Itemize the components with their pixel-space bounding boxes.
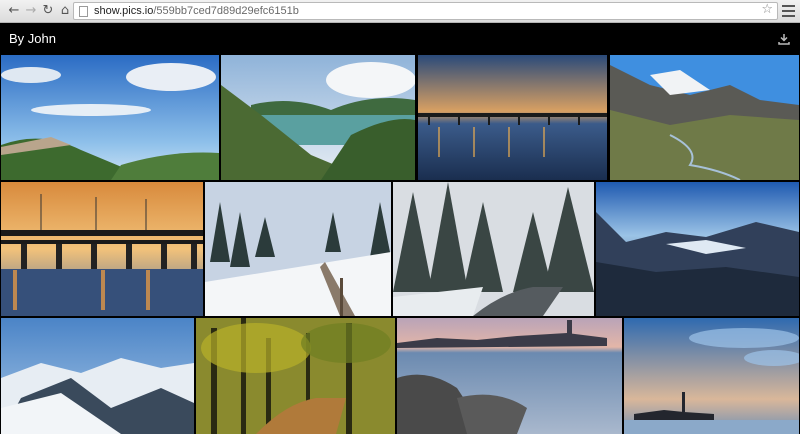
photo-tile-8[interactable]	[596, 182, 799, 316]
reload-button[interactable]: ↻	[40, 3, 56, 19]
page-icon	[79, 6, 88, 17]
photo-tile-10[interactable]	[196, 318, 395, 434]
photo-tile-4[interactable]	[610, 55, 799, 180]
url-text: show.pics.io/559bb7ced7d89d29efc6151b	[94, 5, 299, 17]
photo-tile-6[interactable]	[205, 182, 391, 316]
photo-tile-9[interactable]	[1, 318, 194, 434]
photo-tile-2[interactable]	[221, 55, 415, 180]
browser-toolbar: ← → ↻ ⌂ show.pics.io/559bb7ced7d89d29efc…	[0, 0, 800, 23]
photo-tile-11[interactable]	[397, 318, 622, 434]
browser-menu-icon[interactable]	[782, 5, 795, 17]
forward-button[interactable]: →	[23, 3, 39, 19]
photo-tile-3[interactable]	[418, 55, 607, 180]
download-icon[interactable]	[778, 33, 790, 45]
back-button[interactable]: ←	[6, 3, 22, 19]
photo-tile-1[interactable]	[1, 55, 219, 180]
gallery-header: By John	[0, 23, 800, 54]
photo-grid	[0, 54, 800, 434]
photo-tile-5[interactable]	[1, 182, 203, 316]
home-button[interactable]: ⌂	[57, 3, 73, 19]
photo-tile-12[interactable]	[624, 318, 799, 434]
bookmark-star-icon[interactable]: ☆	[761, 2, 773, 17]
address-bar[interactable]: show.pics.io/559bb7ced7d89d29efc6151b ☆	[73, 2, 778, 20]
gallery-title: By John	[9, 31, 56, 46]
photo-tile-7[interactable]	[393, 182, 594, 316]
